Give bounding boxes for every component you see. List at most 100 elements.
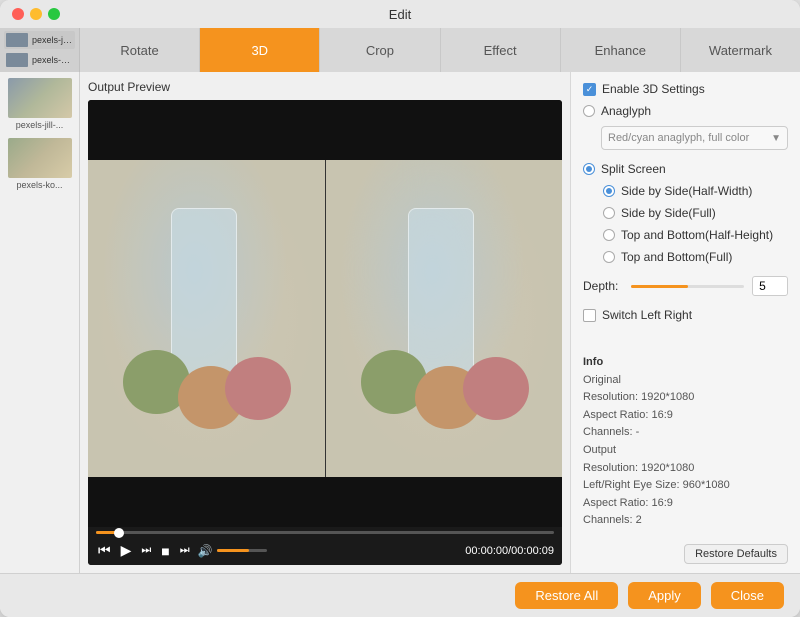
volume-fill bbox=[217, 549, 250, 552]
volume-icon: 🔊 bbox=[198, 544, 213, 558]
controls-bar: ⏮ ▶ ⏭ ■ ⏭ 🔊 00:00:00/00:00:09 bbox=[88, 536, 562, 565]
minimize-button[interactable] bbox=[30, 8, 42, 20]
switch-left-right-checkbox[interactable] bbox=[583, 309, 596, 322]
macaron-pink-left bbox=[225, 357, 291, 420]
step-forward-button[interactable]: ⏭ bbox=[139, 542, 153, 559]
anaglyph-row: Anaglyph bbox=[583, 104, 788, 118]
side-by-side-half-label: Side by Side(Half-Width) bbox=[621, 184, 752, 198]
glass-shape-left bbox=[171, 208, 237, 382]
dropdown-arrow-icon: ▼ bbox=[771, 133, 781, 144]
split-screen-radio[interactable] bbox=[583, 163, 595, 175]
maximize-button[interactable] bbox=[48, 8, 60, 20]
apply-button[interactable]: Apply bbox=[628, 582, 701, 609]
top-bottom-half-radio[interactable] bbox=[603, 229, 615, 241]
nav-tabs: Rotate 3D Crop Effect Enhance Watermark bbox=[80, 28, 800, 72]
main-window: Edit pexels-jill-... pexels-ko... Rotate… bbox=[0, 0, 800, 617]
volume-area: 🔊 bbox=[198, 544, 267, 558]
side-by-side-half-row: Side by Side(Half-Width) bbox=[583, 184, 788, 198]
depth-slider[interactable] bbox=[631, 285, 744, 288]
info-title: Info bbox=[583, 354, 788, 372]
split-video bbox=[88, 160, 562, 477]
progress-track[interactable] bbox=[96, 531, 554, 534]
macaron-pink-right bbox=[463, 357, 529, 420]
original-label: Original bbox=[583, 372, 788, 390]
skip-back-button[interactable]: ⏮ bbox=[96, 540, 113, 561]
bottom-bar: Restore All Apply Close bbox=[0, 573, 800, 617]
tab-3d[interactable]: 3D bbox=[200, 28, 320, 72]
preview-panel: Output Preview bbox=[80, 72, 570, 573]
anaglyph-dropdown-container: Red/cyan anaglyph, full color ▼ bbox=[601, 126, 788, 150]
anaglyph-label: Anaglyph bbox=[601, 104, 651, 118]
file-tab-1[interactable]: pexels-jill-... bbox=[4, 31, 75, 49]
anaglyph-dropdown[interactable]: Red/cyan anaglyph, full color ▼ bbox=[601, 126, 788, 150]
window-title: Edit bbox=[389, 7, 411, 22]
output-channels: Channels: 2 bbox=[583, 512, 788, 530]
play-button[interactable]: ▶ bbox=[119, 540, 134, 561]
output-aspect: Aspect Ratio: 16:9 bbox=[583, 495, 788, 513]
tab-effect[interactable]: Effect bbox=[441, 28, 561, 72]
side-by-side-full-row: Side by Side(Full) bbox=[583, 206, 788, 220]
output-eye-size: Left/Right Eye Size: 960*1080 bbox=[583, 477, 788, 495]
tab-rotate[interactable]: Rotate bbox=[80, 28, 200, 72]
original-resolution: Resolution: 1920*1080 bbox=[583, 389, 788, 407]
tab-enhance[interactable]: Enhance bbox=[561, 28, 681, 72]
file-tab-1-label: pexels-jill-... bbox=[32, 35, 73, 45]
tab-watermark[interactable]: Watermark bbox=[681, 28, 800, 72]
volume-track[interactable] bbox=[217, 549, 267, 552]
depth-slider-fill bbox=[631, 285, 688, 288]
glass-shape-right bbox=[408, 208, 474, 382]
top-bottom-half-label: Top and Bottom(Half-Height) bbox=[621, 228, 773, 242]
output-resolution: Resolution: 1920*1080 bbox=[583, 460, 788, 478]
restore-all-button[interactable]: Restore All bbox=[515, 582, 618, 609]
video-left-content bbox=[88, 160, 325, 477]
anaglyph-radio[interactable] bbox=[583, 105, 595, 117]
enable-3d-checkbox[interactable] bbox=[583, 83, 596, 96]
file-tab-2-thumb bbox=[6, 53, 28, 67]
original-channels: Channels: - bbox=[583, 424, 788, 442]
traffic-lights bbox=[12, 8, 60, 20]
depth-row: Depth: bbox=[583, 276, 788, 296]
file-tab-2[interactable]: pexels-ko... bbox=[4, 51, 75, 69]
progress-thumb[interactable] bbox=[114, 528, 124, 538]
enable-3d-label: Enable 3D Settings bbox=[602, 82, 705, 96]
close-button[interactable] bbox=[12, 8, 24, 20]
video-right bbox=[325, 160, 563, 477]
sidebar-fname-2: pexels-ko... bbox=[6, 180, 74, 190]
title-bar: Edit bbox=[0, 0, 800, 28]
sidebar-thumb-2 bbox=[8, 138, 72, 178]
info-section: Info Original Resolution: 1920*1080 Aspe… bbox=[583, 354, 788, 530]
sidebar-item-2[interactable]: pexels-ko... bbox=[0, 134, 79, 194]
split-screen-row: Split Screen bbox=[583, 162, 788, 176]
combined-top-bar: pexels-jill-... pexels-ko... Rotate 3D C… bbox=[0, 28, 800, 72]
depth-value-input[interactable] bbox=[752, 276, 788, 296]
sidebar-thumb-1 bbox=[8, 78, 72, 118]
close-button[interactable]: Close bbox=[711, 582, 784, 609]
depth-label: Depth: bbox=[583, 279, 623, 293]
stop-button[interactable]: ■ bbox=[159, 541, 171, 561]
side-by-side-full-label: Side by Side(Full) bbox=[621, 206, 716, 220]
main-content: pexels-jill-... pexels-ko... Output Prev… bbox=[0, 72, 800, 573]
skip-end-button[interactable]: ⏭ bbox=[178, 542, 192, 559]
restore-defaults-button[interactable]: Restore Defaults bbox=[684, 544, 788, 564]
top-bottom-full-radio[interactable] bbox=[603, 251, 615, 263]
side-by-side-full-radio[interactable] bbox=[603, 207, 615, 219]
top-bottom-half-row: Top and Bottom(Half-Height) bbox=[583, 228, 788, 242]
file-tabs-area: pexels-jill-... pexels-ko... bbox=[0, 28, 80, 72]
restore-defaults-area: Restore Defaults bbox=[583, 544, 788, 564]
settings-panel: Enable 3D Settings Anaglyph Red/cyan ana… bbox=[570, 72, 800, 573]
video-left bbox=[88, 160, 325, 477]
original-aspect: Aspect Ratio: 16:9 bbox=[583, 407, 788, 425]
sidebar-fname-1: pexels-jill-... bbox=[6, 120, 74, 130]
progress-bar-area[interactable] bbox=[88, 527, 562, 536]
top-bottom-full-row: Top and Bottom(Full) bbox=[583, 250, 788, 264]
sidebar-item-1[interactable]: pexels-jill-... bbox=[0, 74, 79, 134]
video-display bbox=[88, 100, 562, 527]
video-container: ⏮ ▶ ⏭ ■ ⏭ 🔊 00:00:00/00:00:09 bbox=[88, 100, 562, 565]
switch-left-right-label: Switch Left Right bbox=[602, 308, 692, 322]
time-display: 00:00:00/00:00:09 bbox=[465, 545, 554, 557]
tab-crop[interactable]: Crop bbox=[320, 28, 440, 72]
preview-label: Output Preview bbox=[88, 80, 562, 94]
side-by-side-half-radio[interactable] bbox=[603, 185, 615, 197]
split-screen-label: Split Screen bbox=[601, 162, 666, 176]
output-label: Output bbox=[583, 442, 788, 460]
